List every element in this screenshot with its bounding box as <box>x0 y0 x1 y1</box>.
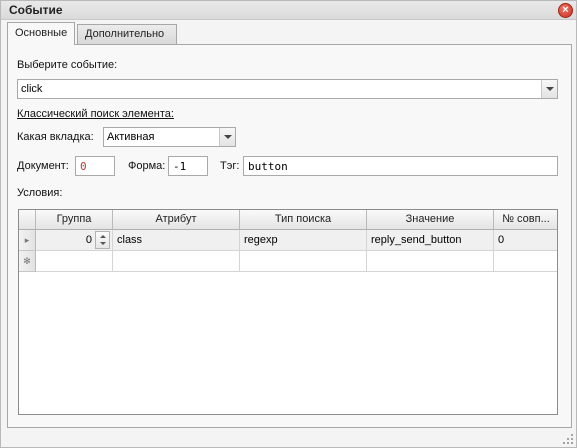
column-header-attribute[interactable]: Атрибут <box>113 210 240 230</box>
close-icon[interactable]: × <box>558 3 573 18</box>
new-row-icon[interactable]: ✻ <box>19 251 36 272</box>
tab-additional[interactable]: Дополнительно <box>77 24 177 44</box>
tab-choice-label: Какая вкладка: <box>17 131 94 143</box>
spin-down-icon[interactable] <box>100 242 106 245</box>
tab-choice-select[interactable]: Активная <box>103 127 236 147</box>
event-select-value: click <box>21 83 43 95</box>
event-label: Выберите событие: <box>17 59 118 71</box>
document-field[interactable]: 0 <box>75 156 115 176</box>
new-cell[interactable] <box>494 251 557 272</box>
spin-up-icon[interactable] <box>100 235 106 238</box>
new-cell[interactable] <box>113 251 240 272</box>
conditions-label: Условия: <box>17 187 63 199</box>
row-indicator-icon[interactable]: ▸ <box>19 230 36 251</box>
row-header-corner <box>19 210 36 230</box>
title-bar: Событие × <box>1 1 576 20</box>
resize-grip-icon[interactable] <box>562 433 574 445</box>
group-spinner[interactable] <box>95 231 110 249</box>
column-header-value[interactable]: Значение <box>367 210 494 230</box>
main-panel: Выберите событие: click Классический пои… <box>7 44 572 428</box>
chevron-down-icon[interactable] <box>541 80 557 98</box>
chevron-down-icon[interactable] <box>219 128 235 146</box>
window-title: Событие <box>9 3 63 17</box>
classic-search-link[interactable]: Классический поиск элемента: <box>17 108 174 120</box>
form-field[interactable]: -1 <box>168 156 208 176</box>
tag-field[interactable]: button <box>243 156 558 176</box>
document-label: Документ: <box>17 160 69 172</box>
tag-label: Тэг: <box>220 160 240 172</box>
cell-search-type[interactable]: regexp <box>240 230 367 251</box>
column-header-search-type[interactable]: Тип поиска <box>240 210 367 230</box>
cell-match-no[interactable]: 0 <box>494 230 557 251</box>
event-dialog: Событие × Основные Дополнительно Выберит… <box>0 0 577 448</box>
tab-main[interactable]: Основные <box>7 22 75 45</box>
event-select[interactable]: click <box>17 79 558 99</box>
column-header-match-no[interactable]: № совп... <box>494 210 557 230</box>
form-label: Форма: <box>128 160 166 172</box>
column-header-group[interactable]: Группа <box>36 210 113 230</box>
cell-attribute[interactable]: class <box>113 230 240 251</box>
new-cell[interactable] <box>367 251 494 272</box>
tab-choice-value: Активная <box>107 131 155 143</box>
cell-value[interactable]: reply_send_button <box>367 230 494 251</box>
conditions-table[interactable]: Группа Атрибут Тип поиска Значение № сов… <box>18 209 558 415</box>
new-cell[interactable] <box>36 251 113 272</box>
new-cell[interactable] <box>240 251 367 272</box>
